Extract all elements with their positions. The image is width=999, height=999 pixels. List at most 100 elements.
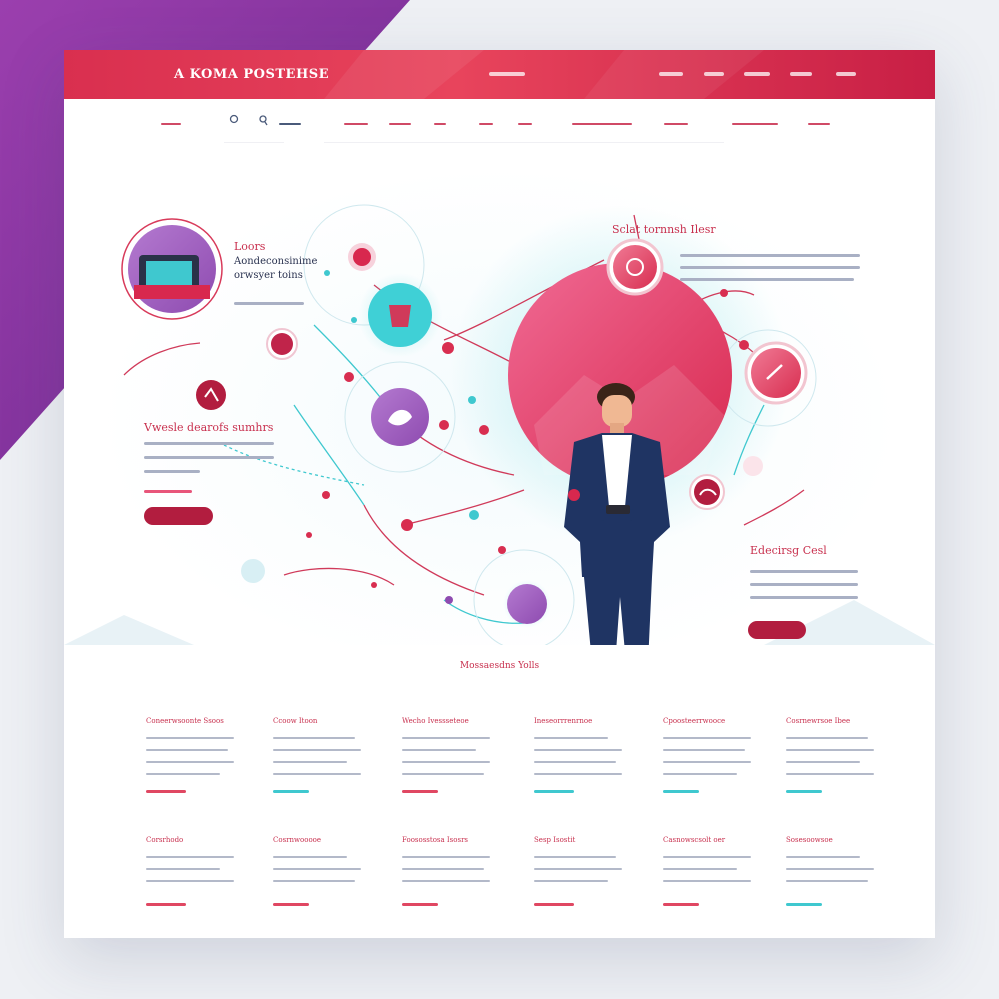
face <box>602 395 632 427</box>
feature-card[interactable]: Wecho Ivessseteoe <box>402 717 512 807</box>
paragraph-line <box>680 266 860 269</box>
top-nav-item-1[interactable] <box>489 72 525 76</box>
feature-card[interactable]: Corsrhodo <box>146 836 256 926</box>
top-nav-item-5[interactable] <box>790 72 812 76</box>
feature-card[interactable]: Cosrnwooooe <box>273 836 383 926</box>
paragraph-line <box>144 456 274 459</box>
feature-card[interactable]: Sosesoowsoe <box>786 836 896 926</box>
paragraph-line <box>680 278 854 281</box>
feature-card-text-line <box>146 856 234 858</box>
features-section: Mossaesdns Yolls Coneerwsoonte Ssoos Ccoo… <box>64 645 935 938</box>
feature-card-text-line <box>534 737 608 739</box>
feature-card-text-line <box>146 761 234 763</box>
top-nav-item-4[interactable] <box>744 72 770 76</box>
subnav-item-11[interactable] <box>808 123 830 125</box>
feature-card-title: Ineseorrrenrnoe <box>534 717 593 725</box>
learn-more-button[interactable] <box>144 507 213 525</box>
feature-card[interactable]: Cpoosteerrwooce <box>663 717 773 807</box>
feature-card[interactable]: Casnowscsolt oer <box>663 836 773 926</box>
feature-card-title: Sosesoowsoe <box>786 836 833 844</box>
feature-card-text-line <box>663 761 751 763</box>
feature-card-text-line <box>663 868 737 870</box>
shopping-node[interactable] <box>507 584 547 624</box>
feature-card-text-line <box>146 773 220 775</box>
feature-card-text-line <box>273 737 355 739</box>
feature-card-title: Cosrnwooooe <box>273 836 322 844</box>
mini-node-teal[interactable] <box>241 559 265 583</box>
top-nav-item-2[interactable] <box>659 72 683 76</box>
brand-logo[interactable]: A KOMA POSTEHSE <box>174 67 329 82</box>
contact-button[interactable] <box>748 621 806 639</box>
top-nav-item-6[interactable] <box>836 72 856 76</box>
gift-icon[interactable] <box>353 248 371 266</box>
feature-card-accent-bar <box>786 790 822 793</box>
feature-card[interactable]: Cosrnewrsoe Ibee <box>786 717 896 807</box>
feature-card-text-line <box>402 856 490 858</box>
feature-card-text-line <box>534 856 616 858</box>
feature-description <box>234 302 304 305</box>
feature-card-title: Ccoow Itoon <box>273 717 318 725</box>
feature-card-text-line <box>273 880 355 882</box>
chart-node[interactable] <box>613 245 657 289</box>
feature-card-text-line <box>534 749 622 751</box>
feature-card-text-line <box>273 761 347 763</box>
page-card: A KOMA POSTEHSE Loors Aondeconsinime orw… <box>64 50 935 938</box>
subnav-item-2[interactable] <box>279 123 301 125</box>
feature-card[interactable]: Ccoow Itoon <box>273 717 383 807</box>
feature-card-title: Cosrnewrsoe Ibee <box>786 717 851 725</box>
subnav-item-3[interactable] <box>344 123 368 125</box>
feature-card-text-line <box>273 868 361 870</box>
feature-card[interactable]: Coneerwsoonte Ssoos <box>146 717 256 807</box>
message-node[interactable] <box>751 348 801 398</box>
feature-card-accent-bar <box>786 903 822 906</box>
subnav-item-10[interactable] <box>732 123 778 125</box>
subnav-item-6[interactable] <box>479 123 493 125</box>
feature-card-text-line <box>402 773 484 775</box>
feature-card-title: Coneerwsoonte Ssoos <box>146 717 224 725</box>
feature-card-text-line <box>786 856 860 858</box>
paragraph-line <box>680 254 860 257</box>
feature-subtitle: Aondeconsinime <box>234 256 318 267</box>
section-heading: Edecirsg Cesl <box>750 544 827 557</box>
feature-card-text-line <box>146 868 220 870</box>
feature-card-text-line <box>786 761 860 763</box>
feature-card-accent-bar <box>402 903 438 906</box>
paragraph-line <box>750 570 858 573</box>
subnav-item-7[interactable] <box>518 123 532 125</box>
secondary-nav <box>64 99 935 145</box>
feature-card-text-line <box>534 773 622 775</box>
feature-card-text-line <box>534 761 616 763</box>
top-bar: A KOMA POSTEHSE <box>64 50 935 99</box>
feature-card-text-line <box>273 856 347 858</box>
signature-node[interactable] <box>694 479 720 505</box>
cart-icon <box>389 305 411 327</box>
paragraph-line <box>750 596 858 599</box>
feature-card-accent-bar <box>663 790 699 793</box>
feature-card-accent-bar <box>663 903 699 906</box>
floor-shape <box>64 615 194 645</box>
subnav-item-4[interactable] <box>389 123 411 125</box>
paragraph-line <box>144 442 274 445</box>
subnav-item-9[interactable] <box>664 123 688 125</box>
feature-card-text-line <box>402 761 490 763</box>
feature-card-text-line <box>663 749 745 751</box>
user-icon[interactable] <box>256 114 270 128</box>
heart-icon[interactable] <box>271 333 293 355</box>
feature-card-text-line <box>663 880 751 882</box>
feature-card-text-line <box>663 856 751 858</box>
feature-card[interactable]: Foososstosa Isosrs <box>402 836 512 926</box>
subnav-item-1[interactable] <box>161 123 181 125</box>
feature-card-title: Sesp Isostit <box>534 836 576 844</box>
feature-card[interactable]: Sesp Isostit <box>534 836 644 926</box>
feature-card-text-line <box>786 773 874 775</box>
feature-card-text-line <box>402 880 490 882</box>
subnav-item-8[interactable] <box>572 123 632 125</box>
feature-card[interactable]: Ineseorrrenrnoe <box>534 717 644 807</box>
feature-card-text-line <box>402 749 476 751</box>
top-nav-item-3[interactable] <box>704 72 724 76</box>
profile-node[interactable] <box>196 380 226 410</box>
search-icon[interactable] <box>228 114 242 128</box>
subnav-item-5[interactable] <box>434 123 446 125</box>
feature-card-text-line <box>786 749 874 751</box>
progress-accent <box>144 490 192 493</box>
